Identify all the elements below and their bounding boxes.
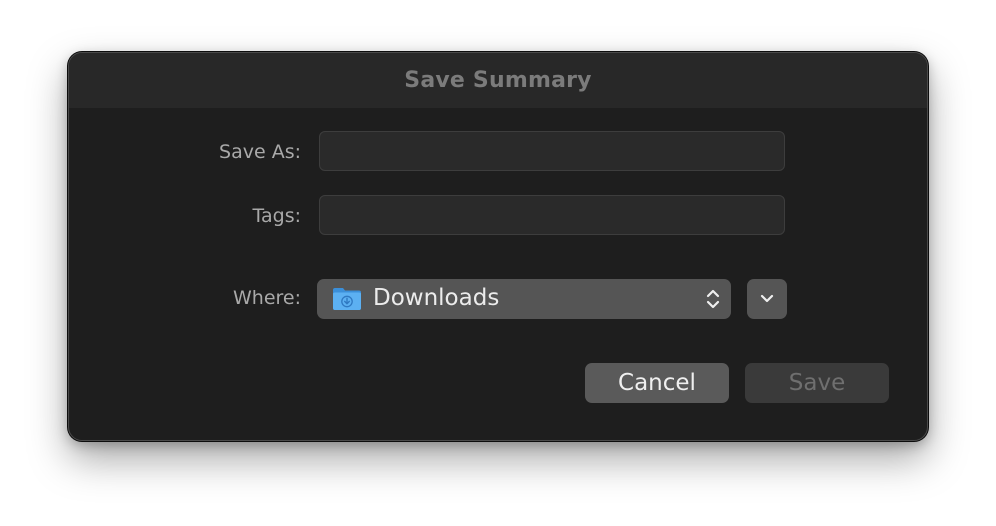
dialog-titlebar: Save Summary [69,53,927,108]
save-dialog: Save Summary Save As: Tags: Where: Downl… [68,52,928,441]
save-as-input[interactable] [319,131,785,171]
cancel-button-label: Cancel [618,370,696,396]
dialog-title: Save Summary [404,68,592,93]
save-button[interactable]: Save [745,363,889,403]
where-location-popup[interactable]: Downloads [317,279,731,319]
chevron-down-icon [760,294,774,303]
cancel-button[interactable]: Cancel [585,363,729,403]
save-as-label: Save As: [219,141,301,163]
save-button-label: Save [788,370,846,396]
expand-browser-button[interactable] [747,279,787,319]
tags-input[interactable] [319,195,785,235]
where-label: Where: [232,287,301,309]
tags-label: Tags: [252,205,301,227]
where-selected-label: Downloads [373,285,500,311]
downloads-folder-icon [333,288,361,310]
up-down-chevron-icon [706,289,720,309]
